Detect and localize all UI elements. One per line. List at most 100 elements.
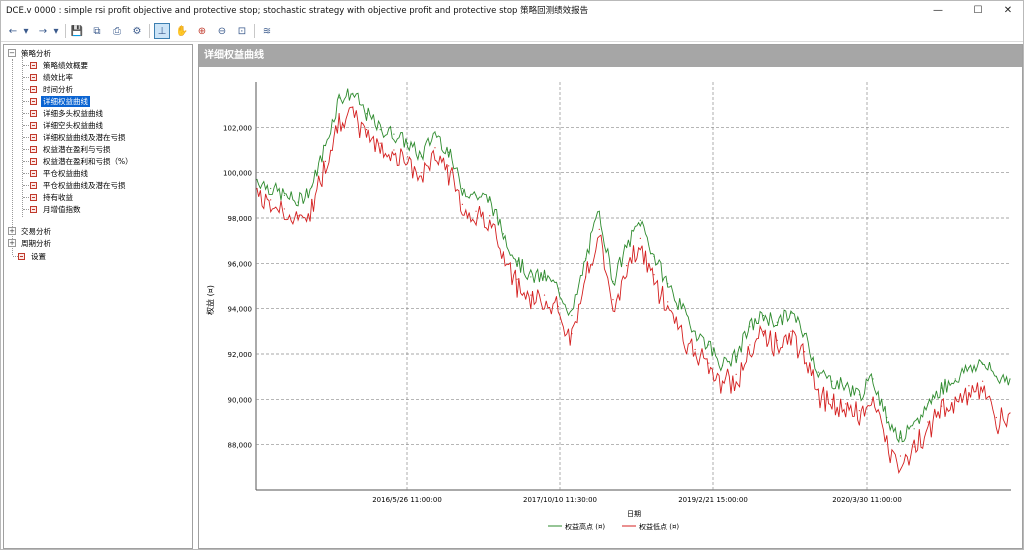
series-low-point <box>762 330 765 332</box>
expand-icon[interactable]: + <box>8 239 16 247</box>
x-tick-label: 2017/10/10 11:30:00 <box>523 496 597 504</box>
tree-item-equity-run-up-drawdown-pct[interactable]: 权益潜在盈利和亏损（%） <box>23 155 135 167</box>
expand-icon[interactable]: + <box>8 227 16 235</box>
tree-group-period-analysis[interactable]: + 周期分析 <box>8 237 53 249</box>
toolbar-separator <box>254 24 255 38</box>
report-icon <box>30 133 37 141</box>
series-low-point <box>448 165 450 167</box>
crosshair-icon[interactable]: ⊥ <box>154 23 170 39</box>
series-low-point <box>680 326 683 328</box>
tree-item-closed-equity-drawdown[interactable]: 平仓权益曲线及潜在亏损 <box>23 179 128 191</box>
series-low-point <box>982 380 984 382</box>
series-high-point <box>530 276 532 278</box>
series-high-point <box>270 187 272 190</box>
series-low-line[interactable] <box>256 106 1011 475</box>
app-window: DCE.v 0000 : simple rsi profit objective… <box>0 0 1024 550</box>
x-tick-label: 2019/2/21 15:00:00 <box>678 496 748 504</box>
back-icon[interactable]: ← <box>5 23 21 39</box>
series-high-point <box>297 201 299 203</box>
series-low-point <box>872 396 874 398</box>
series-high-point <box>899 437 902 439</box>
equity-chart[interactable]: 88,000 90,000 92,000 94,000 96,000 98,000 100,… <box>199 68 1022 548</box>
y-tick-label: 96,000 <box>228 260 253 268</box>
zoom-in-icon[interactable]: ⊕ <box>194 23 210 39</box>
series-high-point <box>393 133 395 135</box>
series-low-point <box>338 113 340 115</box>
series-low-point <box>653 274 655 276</box>
zoom-fit-icon[interactable]: ⊡ <box>234 23 250 39</box>
y-axis-label: 权益 (¤) <box>205 285 215 315</box>
report-icon <box>30 193 37 201</box>
series-high-point <box>365 113 368 115</box>
series-low-point <box>899 455 902 457</box>
tree-item-performance-summary[interactable]: 策略绩效概要 <box>23 59 90 71</box>
y-tick-label: 102,000 <box>223 124 252 132</box>
series-high-point <box>886 416 888 419</box>
series-high-point <box>872 378 874 380</box>
report-icon <box>30 169 37 177</box>
tree-item-short-equity-curve[interactable]: 详细空头权益曲线 <box>23 119 105 131</box>
series-high-point <box>256 178 258 181</box>
series-low-point <box>721 380 724 382</box>
zoom-out-icon[interactable]: ⊖ <box>214 23 230 39</box>
series-high-point <box>735 355 737 357</box>
series-low-point <box>804 351 806 353</box>
series-high-point <box>708 344 710 346</box>
forward-dropdown-icon[interactable]: ▾ <box>51 23 61 39</box>
close-button[interactable]: ✕ <box>991 1 1024 19</box>
tree-group-trade-analysis[interactable]: + 交易分析 <box>8 225 53 237</box>
chart-style-icon[interactable]: ≋ <box>259 23 275 39</box>
print-icon[interactable]: ⎙ <box>109 23 125 39</box>
tree-item-equity-run-up-drawdown[interactable]: 权益潜在盈利与亏损 <box>23 143 113 155</box>
forward-icon[interactable]: → <box>35 23 51 39</box>
export-icon[interactable]: ⧉ <box>89 23 105 39</box>
series-low-point <box>393 149 395 151</box>
series-high-point <box>913 428 915 430</box>
series-low-point <box>735 373 737 375</box>
series-high-point <box>407 142 409 144</box>
collapse-icon[interactable]: − <box>8 49 16 57</box>
title-bar: DCE.v 0000 : simple rsi profit objective… <box>1 1 1023 19</box>
tree-group-strategy-analysis[interactable]: − 策略分析 <box>8 47 53 59</box>
series-low-point <box>913 446 915 448</box>
series-low-point <box>831 398 833 400</box>
tree-item-monthly-value-index[interactable]: 月增值指数 <box>23 203 83 215</box>
series-low-point <box>995 416 997 419</box>
tree-group-label: 周期分析 <box>21 238 51 248</box>
series-high-point <box>612 280 614 283</box>
tree-item-performance-ratios[interactable]: 绩效比率 <box>23 71 75 83</box>
series-high-point <box>598 210 600 212</box>
minimize-button[interactable]: — <box>921 1 955 19</box>
series-low-point <box>461 203 463 205</box>
tree-item-equity-curve-detail[interactable]: 详细权益曲线 <box>23 95 90 107</box>
chart-legend: 权益高点 (¤) 权益低点 (¤) <box>548 522 679 531</box>
report-icon <box>30 85 37 93</box>
tree-item-long-equity-curve[interactable]: 详细多头权益曲线 <box>23 107 105 119</box>
series-high-point <box>584 258 587 260</box>
series-low-point <box>489 215 491 217</box>
tree-item-holding-return[interactable]: 持有收益 <box>23 191 75 203</box>
series-low-point <box>311 199 313 201</box>
settings-icon[interactable]: ⚙ <box>129 23 145 39</box>
legend-label-high: 权益高点 (¤) <box>565 522 605 531</box>
report-icon <box>30 181 37 189</box>
y-tick-label: 94,000 <box>228 306 253 314</box>
tree-item-settings[interactable]: 设置 <box>13 250 48 262</box>
pan-icon[interactable]: ✋ <box>174 23 190 39</box>
tree-item-closed-equity-curve[interactable]: 平仓权益曲线 <box>23 167 90 179</box>
series-high-point <box>626 246 628 249</box>
x-axis-ticks: 2016/5/26 11:00:00 2017/10/10 11:30:00 201… <box>372 496 902 504</box>
series-high-point <box>845 385 847 387</box>
series-high-point <box>420 156 422 158</box>
save-icon[interactable]: 💾 <box>69 23 85 39</box>
series-high-point <box>804 333 806 335</box>
maximize-button[interactable]: ☐ <box>961 1 995 19</box>
series-high-point <box>489 199 491 201</box>
toolbar-separator <box>149 24 150 38</box>
series-high-point <box>817 371 819 373</box>
tree-item-equity-curve-drawdown[interactable]: 详细权益曲线及潜在亏损 <box>23 131 128 143</box>
series-high-point <box>1009 378 1011 380</box>
back-dropdown-icon[interactable]: ▾ <box>21 23 31 39</box>
report-icon <box>30 121 37 129</box>
tree-item-time-analysis[interactable]: 时间分析 <box>23 83 75 95</box>
